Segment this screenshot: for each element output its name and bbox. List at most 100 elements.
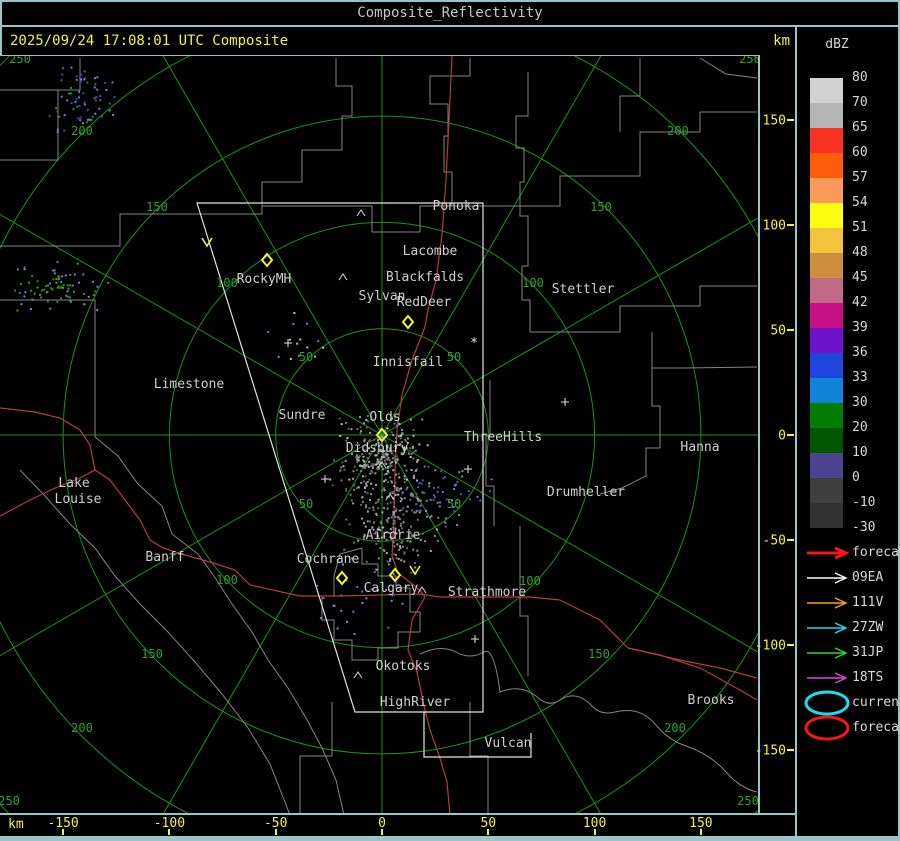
radar-echo-pixel [387, 521, 389, 523]
legend-value-label: 70 [852, 95, 868, 110]
radar-echo-pixel [66, 99, 68, 101]
ring-distance-label: 250 [737, 794, 758, 808]
radar-echo-pixel [322, 347, 324, 349]
radar-echo-pixel [375, 484, 377, 486]
city-label: Lacombe [403, 244, 458, 259]
right-axis-tick [787, 434, 794, 436]
radar-echo-pixel [392, 557, 394, 559]
radar-echo-pixel [30, 290, 32, 292]
radar-echo-pixel [398, 476, 400, 478]
radar-echo-pixel [367, 464, 369, 466]
radar-echo-pixel [353, 484, 355, 486]
radar-echo-pixel [61, 96, 63, 98]
radar-echo-pixel [387, 470, 389, 472]
legend-color-block [810, 303, 843, 328]
radar-echo-pixel [415, 503, 417, 505]
radar-echo-pixel [67, 284, 69, 286]
radar-echo-pixel [415, 450, 417, 452]
radar-map-canvas[interactable]: 5050505010010010010015015015015020020020… [0, 56, 758, 815]
city-label: Ponoka [433, 199, 480, 214]
radar-echo-pixel [49, 308, 51, 310]
radar-echo-pixel [423, 492, 425, 494]
radar-echo-pixel [71, 102, 73, 104]
ring-distance-label: 50 [447, 497, 461, 511]
city-label: Olds [369, 410, 400, 425]
legend-color-block [810, 328, 843, 353]
radar-echo-pixel [370, 483, 372, 485]
radar-echo-pixel [416, 480, 418, 482]
city-label: Vulcan [485, 736, 532, 751]
radar-echo-pixel [380, 458, 382, 460]
radar-echo-pixel [367, 457, 369, 459]
radar-echo-pixel [398, 549, 400, 551]
right-axis-tick-label: 100 [763, 219, 786, 234]
legend-value-label: 45 [852, 270, 868, 285]
radar-echo-pixel [82, 92, 84, 94]
radar-echo-pixel [362, 475, 364, 477]
radar-echo-pixel [397, 494, 399, 496]
radar-echo-pixel [395, 554, 397, 556]
radar-echo-pixel [366, 427, 368, 429]
radar-echo-pixel [392, 457, 394, 459]
radar-echo-pixel [421, 483, 423, 485]
radar-echo-pixel [360, 432, 362, 434]
radar-echo-pixel [437, 502, 439, 504]
radar-echo-pixel [375, 569, 377, 571]
radar-echo-pixel [77, 117, 79, 119]
radar-echo-pixel [437, 540, 439, 542]
legend-value-label: 48 [852, 245, 868, 260]
radar-echo-pixel [68, 93, 70, 95]
radar-echo-pixel [84, 303, 86, 305]
radar-echo-pixel [339, 435, 341, 437]
radar-echo-pixel [388, 517, 390, 519]
radar-echo-pixel [361, 465, 363, 467]
radar-echo-pixel [393, 501, 395, 503]
radar-echo-pixel [406, 487, 408, 489]
radar-echo-pixel [400, 434, 402, 436]
legend-value-label: 39 [852, 320, 868, 335]
radar-echo-pixel [94, 83, 96, 85]
radar-echo-pixel [67, 296, 69, 298]
right-axis-tick-label: -50 [763, 534, 786, 549]
legend-value-label: -30 [852, 520, 875, 535]
radar-echo-pixel [71, 67, 73, 69]
radar-echo-pixel [329, 479, 331, 481]
radar-echo-pixel [98, 108, 100, 110]
radar-echo-pixel [394, 482, 396, 484]
bottom-distance-axis: km -150-100-50050100150 [0, 815, 758, 836]
radar-echo-pixel [96, 309, 98, 311]
radar-echo-pixel [63, 284, 65, 286]
radar-echo-pixel [353, 542, 355, 544]
right-axis-tick [787, 749, 794, 751]
radar-echo-pixel [61, 275, 63, 277]
city-label: RedDeer [397, 295, 452, 310]
radar-echo-pixel [350, 494, 352, 496]
info-bar: 2025/09/24 17:08:01 UTC Composite km [0, 27, 900, 55]
radar-echo-pixel [91, 119, 93, 121]
radar-echo-pixel [78, 282, 80, 284]
radar-echo-pixel [55, 278, 57, 280]
star-marker-icon: * [470, 336, 478, 351]
legend-color-block [810, 153, 843, 178]
radar-echo-pixel [420, 504, 422, 506]
radar-echo-pixel [419, 510, 421, 512]
radar-echo-pixel [24, 268, 26, 270]
radar-echo-pixel [99, 95, 101, 97]
bottom-axis-tick [487, 829, 489, 835]
radar-echo-pixel [89, 119, 91, 121]
radar-echo-pixel [369, 473, 371, 475]
radar-echo-pixel [333, 459, 335, 461]
radar-echo-pixel [400, 437, 402, 439]
radar-echo-pixel [387, 481, 389, 483]
radar-echo-pixel [363, 460, 365, 462]
radar-echo-pixel [395, 474, 397, 476]
legend-value-label: 80 [852, 70, 868, 85]
ring-distance-label: 150 [146, 200, 168, 214]
radar-echo-pixel [78, 96, 80, 98]
radar-echo-pixel [413, 451, 415, 453]
radar-echo-pixel [54, 269, 56, 271]
legend-color-block [810, 203, 843, 228]
radar-echo-pixel [491, 478, 493, 480]
radar-echo-pixel [365, 597, 367, 599]
legend-color-block [810, 128, 843, 153]
